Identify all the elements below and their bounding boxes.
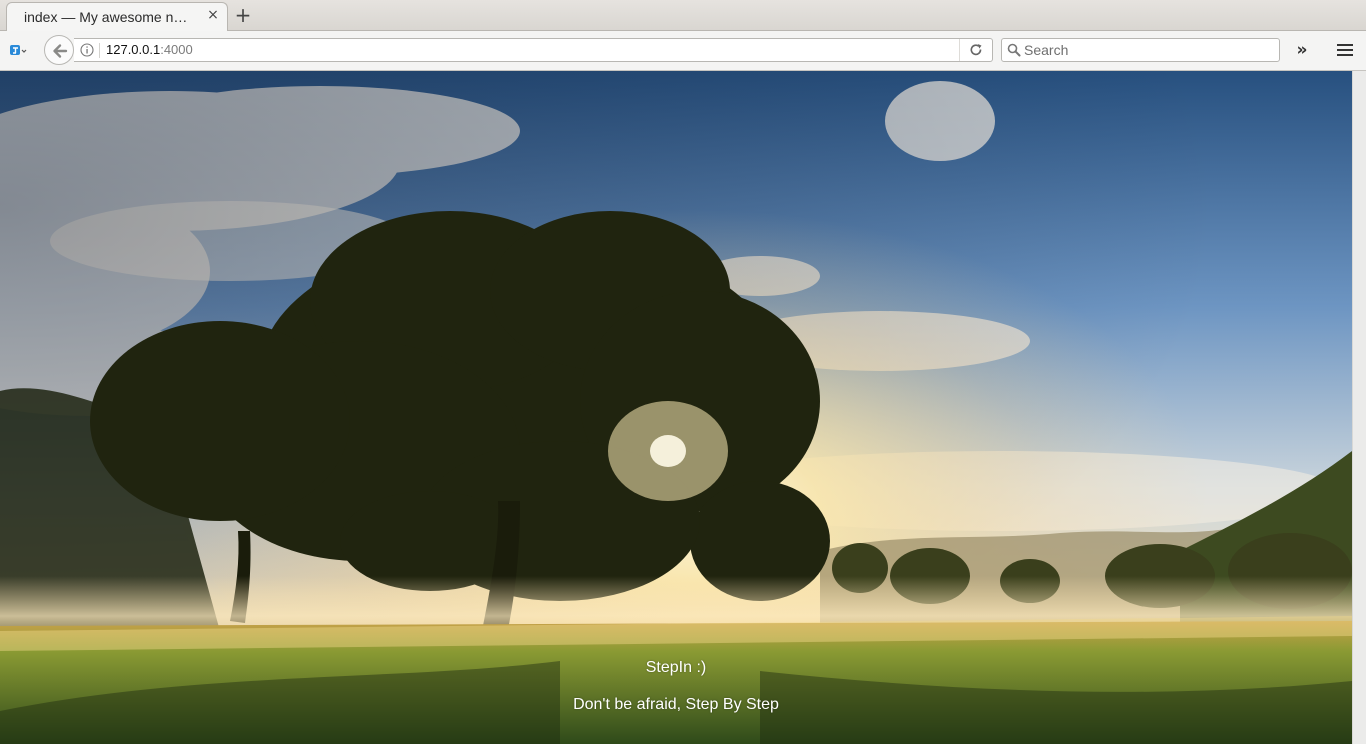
reload-icon[interactable] <box>969 43 983 57</box>
close-tab-icon[interactable]: × <box>205 7 221 23</box>
page-heading: StepIn :) <box>645 659 707 676</box>
back-arrow-icon <box>53 44 68 58</box>
url-port: :4000 <box>160 42 193 57</box>
search-bar[interactable] <box>1001 38 1280 62</box>
overflow-chevron-icon[interactable]: » <box>1292 40 1312 60</box>
back-button[interactable] <box>44 35 74 65</box>
tab-strip: index — My awesome n… × + <box>0 0 1366 31</box>
url-separator <box>99 43 100 58</box>
search-icon <box>1007 43 1021 57</box>
page-content: StepIn :) Don't be afraid, Step By Step <box>0 71 1352 744</box>
reload-separator <box>959 39 960 61</box>
url-host: 127.0.0.1 <box>106 42 161 57</box>
landscape-background-image <box>0 71 1352 744</box>
new-tab-button[interactable]: + <box>232 3 254 27</box>
page-tagline: Don't be afraid, Step By Step <box>573 696 779 713</box>
url-text[interactable]: 127.0.0.1:4000 <box>106 42 193 57</box>
hamburger-menu-icon[interactable] <box>1336 42 1354 58</box>
site-info-icon[interactable] <box>80 43 94 57</box>
tab-title: index — My awesome n… <box>24 9 188 25</box>
url-bar[interactable]: 127.0.0.1:4000 <box>74 38 993 62</box>
navigation-toolbar: 127.0.0.1:4000 » <box>0 31 1366 71</box>
browser-tab[interactable]: index — My awesome n… × <box>6 2 228 31</box>
search-input[interactable] <box>1024 40 1274 60</box>
extension-icon[interactable] <box>9 42 27 58</box>
vertical-scrollbar[interactable] <box>1352 71 1366 744</box>
